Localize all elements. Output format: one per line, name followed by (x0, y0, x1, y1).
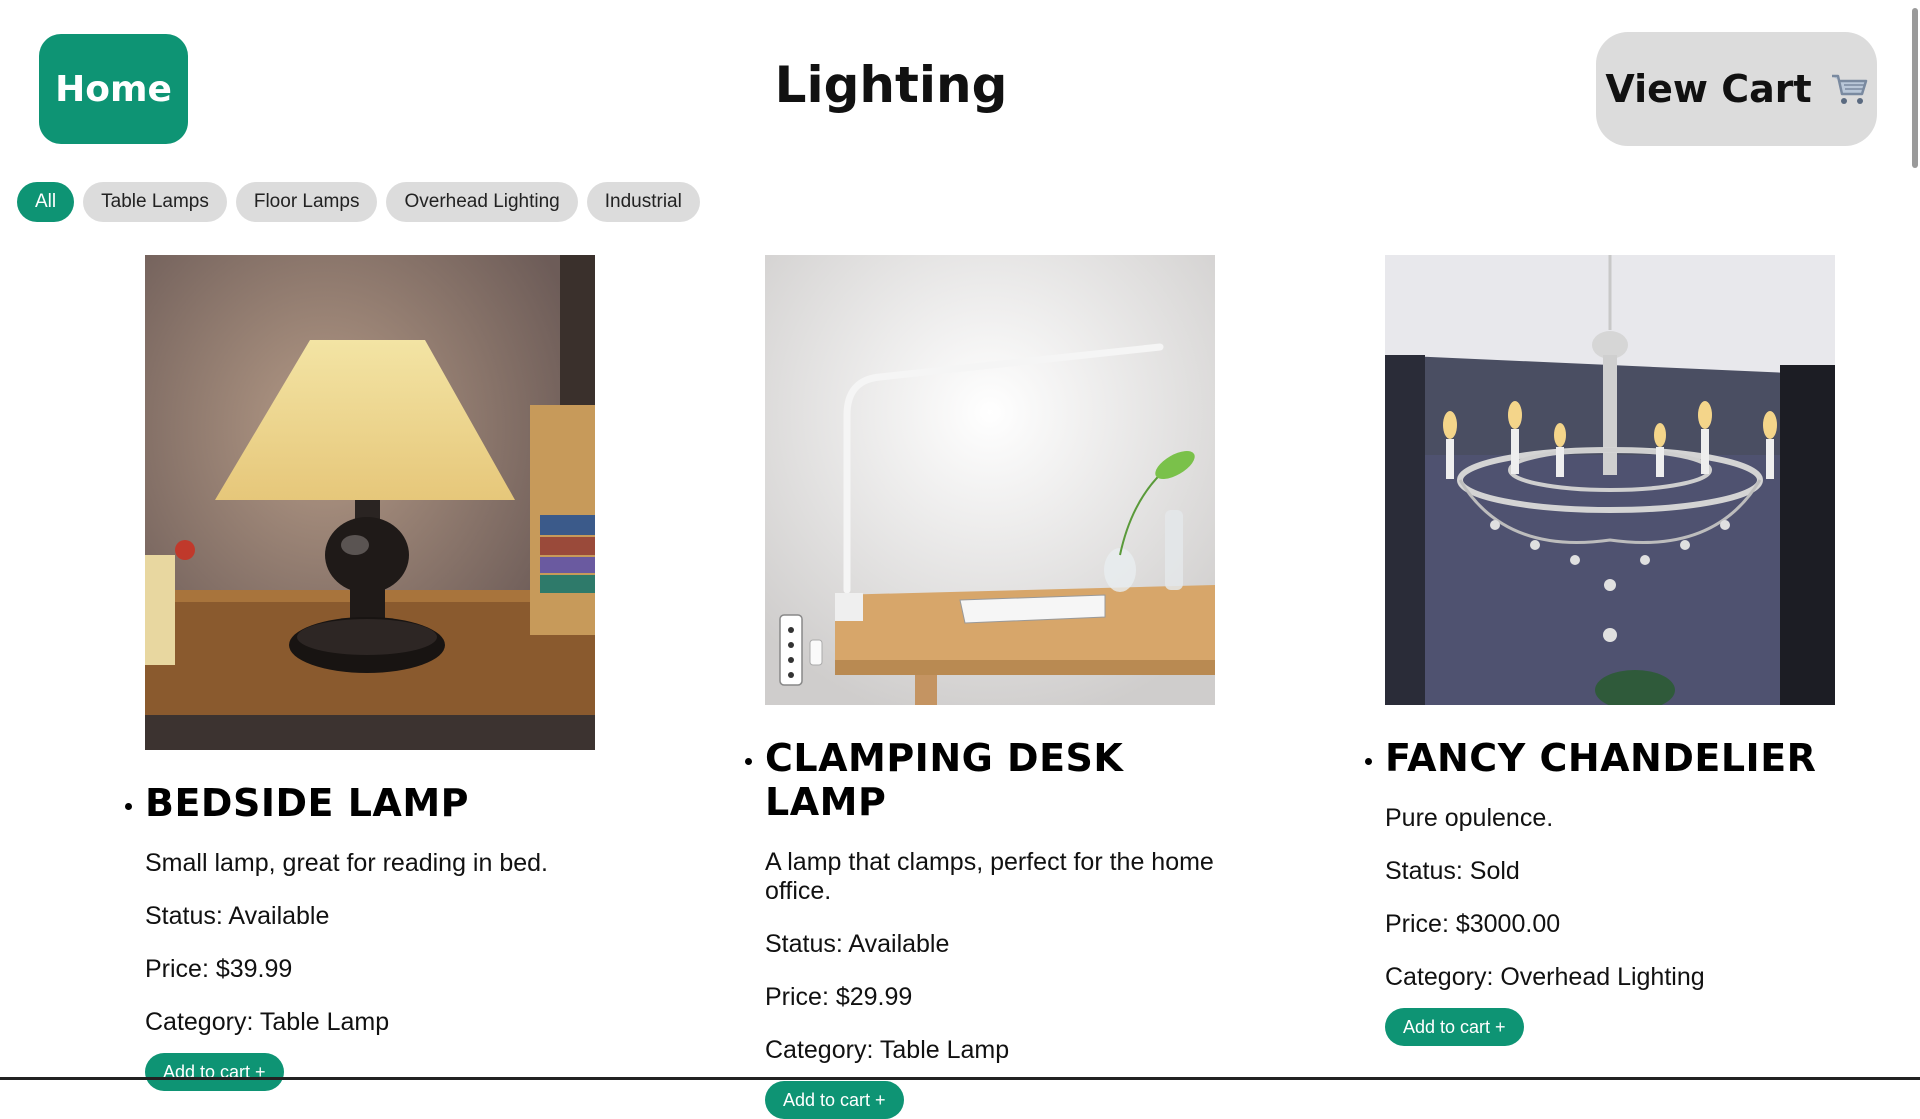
add-to-cart-button[interactable]: Add to cart + (765, 1081, 904, 1119)
product-price: Price: $29.99 (765, 983, 913, 1011)
filter-all[interactable]: All (17, 182, 75, 222)
product-card: Fancy Chandelier Pure opulence. Status: … (1365, 255, 1845, 1046)
product-status: Status: Sold (1385, 857, 1520, 885)
filter-floor-lamps[interactable]: Floor Lamps (235, 182, 378, 222)
product-price: Price: $39.99 (145, 955, 293, 983)
page-title: Lighting (774, 56, 1008, 114)
product-card: Bedside Lamp Small lamp, great for readi… (125, 255, 605, 1091)
product-description: A lamp that clamps, perfect for the home… (765, 848, 1214, 905)
filter-industrial[interactable]: Industrial (586, 182, 700, 222)
view-cart-button[interactable]: View Cart (1596, 32, 1877, 146)
product-category: Category: Table Lamp (145, 1008, 390, 1036)
add-to-cart-button[interactable]: Add to cart + (1385, 1008, 1524, 1046)
product-category: Category: Table Lamp (765, 1036, 1010, 1064)
product-image-fancy-chandelier (1385, 255, 1835, 705)
scrollbar[interactable] (1908, 0, 1920, 1080)
category-filters: All Table Lamps Floor Lamps Overhead Lig… (17, 182, 700, 222)
product-image-bedside-lamp (145, 255, 595, 750)
product-card: Clamping Desk Lamp A lamp that clamps, p… (745, 255, 1225, 1119)
filter-overhead-lighting[interactable]: Overhead Lighting (386, 182, 578, 222)
product-name: Clamping Desk Lamp (745, 736, 1225, 824)
product-description: Pure opulence. (1385, 804, 1554, 832)
product-description: Small lamp, great for reading in bed. (145, 849, 548, 877)
product-status: Status: Available (765, 930, 950, 958)
product-status: Status: Available (145, 902, 330, 930)
product-name: Bedside Lamp (125, 781, 605, 825)
view-cart-label: View Cart (1605, 67, 1812, 111)
product-name: Fancy Chandelier (1365, 736, 1845, 780)
add-to-cart-button[interactable]: Add to cart + (145, 1053, 284, 1091)
scrollbar-thumb[interactable] (1912, 8, 1918, 168)
filter-table-lamps[interactable]: Table Lamps (83, 182, 227, 222)
product-image-clamping-desk-lamp (765, 255, 1215, 705)
product-price: Price: $3000.00 (1385, 910, 1561, 938)
cart-icon (1831, 74, 1867, 104)
product-category: Category: Overhead Lighting (1385, 963, 1705, 991)
